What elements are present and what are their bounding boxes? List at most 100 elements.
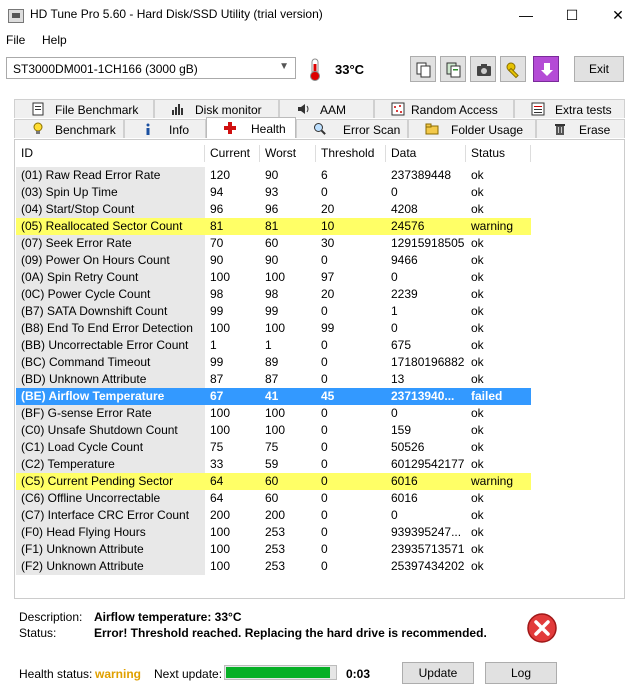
cell-current: 99 [210, 355, 224, 369]
chevron-down-icon: ▼ [279, 61, 289, 72]
cell-status: ok [471, 491, 484, 505]
speaker-icon [298, 104, 309, 114]
tab-erase[interactable]: Erase [536, 119, 625, 138]
table-row[interactable]: (F1) Unknown Attribute 100 253 0 23935713571… [16, 541, 531, 558]
cell-id: (BD) Unknown Attribute [16, 371, 205, 388]
table-row[interactable]: (C6) Offline Uncorrectable 64 60 0 6016 ok [16, 490, 531, 507]
cell-current: 100 [210, 321, 231, 335]
table-row[interactable]: (09) Power On Hours Count 90 90 0 9466 ok [16, 252, 531, 269]
table-row[interactable]: (BD) Unknown Attribute 87 87 0 13 ok [16, 371, 531, 388]
cell-status: ok [471, 508, 484, 522]
log-button[interactable]: Log [485, 662, 557, 684]
cell-status: ok [471, 423, 484, 437]
cell-threshold: 0 [321, 185, 328, 199]
table-row[interactable]: (0C) Power Cycle Count 98 98 20 2239 ok [16, 286, 531, 303]
table-row[interactable]: (07) Seek Error Rate 70 60 30 12915918505 ok [16, 235, 531, 252]
update-button[interactable]: Update [402, 662, 474, 684]
table-row[interactable]: (BB) Uncorrectable Error Count 1 1 0 675 ok [16, 337, 531, 354]
exit-button[interactable]: Exit [574, 56, 624, 82]
table-row[interactable]: (BC) Command Timeout 99 89 0 17180196882 ok [16, 354, 531, 371]
cell-threshold: 10 [316, 218, 386, 235]
table-row[interactable]: (B7) SATA Downshift Count 99 99 0 1 ok [16, 303, 531, 320]
cell-current: 200 [210, 508, 231, 522]
cell-worst: 253 [265, 525, 286, 539]
copy-button[interactable] [410, 56, 436, 82]
tab-aam[interactable]: AAM [279, 99, 374, 118]
col-header-status[interactable]: Status [466, 145, 531, 162]
table-row[interactable]: (F0) Head Flying Hours 100 253 0 939395247..… [16, 524, 531, 541]
cell-id: (C6) Offline Uncorrectable [16, 490, 205, 507]
cell-current: 90 [210, 253, 224, 267]
cell-data: 0 [391, 406, 398, 420]
table-row[interactable]: (04) Start/Stop Count 96 96 20 4208 ok [16, 201, 531, 218]
table-row[interactable]: (B8) End To End Error Detection 100 100 99 0… [16, 320, 531, 337]
table-row[interactable]: (0A) Spin Retry Count 100 100 97 0 ok [16, 269, 531, 286]
col-header-current[interactable]: Current [205, 145, 260, 162]
copy-all-button[interactable] [440, 56, 466, 82]
tab-error-scan[interactable]: Error Scan [296, 119, 408, 138]
cell-status: ok [471, 321, 484, 335]
cell-data: 237389448 [391, 168, 452, 182]
col-header-id[interactable]: ID [16, 145, 205, 162]
tab-file-benchmark[interactable]: File Benchmark [14, 99, 154, 118]
table-row[interactable]: (BF) G-sense Error Rate 100 100 0 0 ok [16, 405, 531, 422]
camera-icon [477, 64, 491, 76]
cell-current: 100 [210, 406, 231, 420]
close-button[interactable]: ✕ [595, 0, 641, 30]
col-header-data[interactable]: Data [386, 145, 466, 162]
screenshot-button[interactable] [470, 56, 496, 82]
cell-data: 939395247... [391, 525, 462, 539]
drive-select[interactable]: ST3000DM001-1CH166 (3000 gB) ▼ [6, 57, 296, 79]
tab-info[interactable]: Info [124, 119, 206, 138]
cell-id: (C2) Temperature [16, 456, 205, 473]
tab-extra-tests[interactable]: Extra tests [514, 99, 625, 118]
tab-health[interactable]: Health [206, 117, 296, 138]
cell-worst: 99 [265, 304, 279, 318]
status-label: Status: [19, 626, 57, 640]
tab-folder-usage[interactable]: Folder Usage [408, 119, 536, 138]
table-row[interactable]: (03) Spin Up Time 94 93 0 0 ok [16, 184, 531, 201]
cell-threshold: 6 [321, 168, 328, 182]
cell-data: 0 [391, 321, 398, 335]
table-row[interactable]: (01) Raw Read Error Rate 120 90 6 237389448 o… [16, 167, 531, 184]
cell-current: 100 [210, 559, 231, 573]
tab-label: Benchmark [55, 123, 116, 137]
cell-worst: 100 [265, 270, 286, 284]
options-button[interactable] [500, 56, 526, 82]
cell-current: 64 [205, 473, 260, 490]
trash-icon [555, 124, 565, 135]
cell-id: (0A) Spin Retry Count [16, 269, 205, 286]
col-header-worst[interactable]: Worst [260, 145, 316, 162]
cell-threshold: 0 [321, 440, 328, 454]
table-row[interactable]: (C5) Current Pending Sector 64 60 0 6016 warn… [16, 473, 531, 490]
cell-current: 94 [210, 185, 224, 199]
col-header-threshold[interactable]: Threshold [316, 145, 386, 162]
download-button[interactable] [533, 56, 559, 82]
maximize-button[interactable]: ☐ [549, 0, 595, 30]
tab-disk-monitor[interactable]: Disk monitor [154, 99, 279, 118]
table-row[interactable]: (BE) Airflow Temperature 67 41 45 23713940..… [16, 388, 531, 405]
table-row[interactable]: (F2) Unknown Attribute 100 253 0 25397434202… [16, 558, 531, 575]
cell-worst: 60 [260, 473, 316, 490]
cell-id: (C5) Current Pending Sector [16, 473, 205, 490]
table-row[interactable]: (C1) Load Cycle Count 75 75 0 50526 ok [16, 439, 531, 456]
cell-current: 64 [210, 491, 224, 505]
minimize-button[interactable]: — [503, 0, 549, 30]
cell-status: ok [471, 372, 484, 386]
table-row[interactable]: (05) Reallocated Sector Count 81 81 10 24576… [16, 218, 531, 235]
cell-status: ok [471, 338, 484, 352]
table-row[interactable]: (C2) Temperature 33 59 0 60129542177 ok [16, 456, 531, 473]
tab-benchmark[interactable]: Benchmark [14, 119, 124, 138]
menu-help[interactable]: Help [42, 33, 67, 47]
cell-current: 67 [205, 388, 260, 405]
tab-row-top: File Benchmark Disk monitor AAM Random A… [14, 99, 625, 119]
cell-worst: 100 [265, 423, 286, 437]
cell-worst: 93 [265, 185, 279, 199]
table-row[interactable]: (C7) Interface CRC Error Count 200 200 0 0 ok [16, 507, 531, 524]
copy-all-icon [446, 62, 461, 78]
menu-file[interactable]: File [6, 33, 25, 47]
cell-status: warning [466, 218, 531, 235]
tab-random-access[interactable]: Random Access [374, 99, 514, 118]
cell-data: 6016 [386, 473, 466, 490]
table-row[interactable]: (C0) Unsafe Shutdown Count 100 100 0 159 ok [16, 422, 531, 439]
